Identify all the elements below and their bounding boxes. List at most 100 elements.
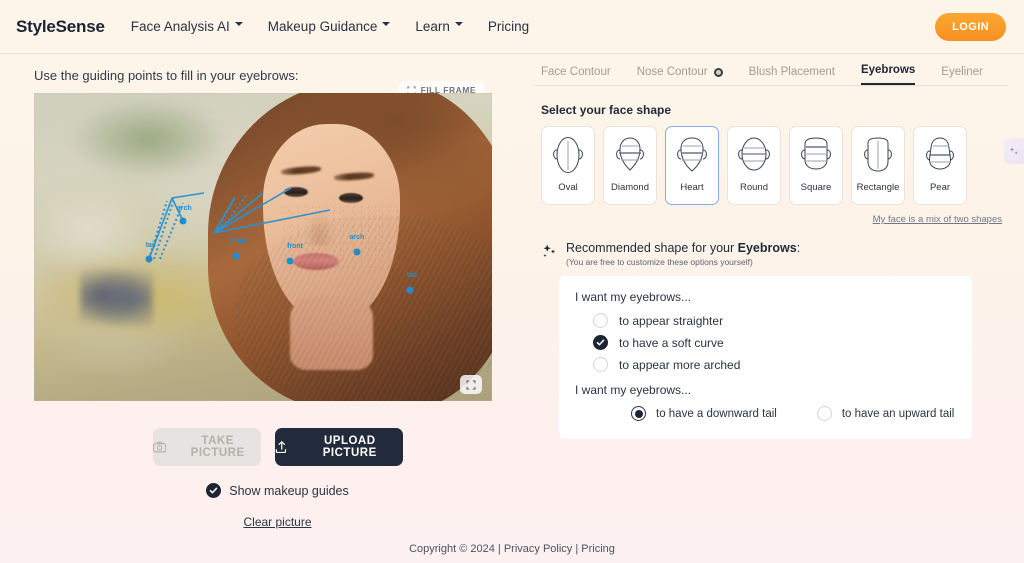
tab-label: Eyeliner bbox=[941, 66, 983, 78]
option-downward-tail[interactable]: to have a downward tail bbox=[631, 406, 777, 421]
recommendation-prefix: Recommended shape for your bbox=[566, 241, 738, 255]
check-icon bbox=[596, 339, 605, 346]
guide-label-arch-right: arch bbox=[349, 233, 365, 241]
option-more-arched[interactable]: to appear more arched bbox=[593, 357, 956, 372]
face-shape-label: Heart bbox=[680, 182, 704, 193]
camera-icon bbox=[152, 441, 166, 453]
guide-point-tail-right[interactable] bbox=[406, 286, 414, 294]
face-shape-label: Round bbox=[740, 182, 768, 193]
guide-label-tail-right: tail bbox=[406, 272, 417, 280]
guide-point-tail-left[interactable] bbox=[145, 255, 153, 263]
nav-item-makeup-guidance[interactable]: Makeup Guidance bbox=[268, 19, 392, 34]
face-shape-heart[interactable]: Heart bbox=[665, 126, 719, 205]
option-appear-straighter[interactable]: to appear straighter bbox=[593, 313, 956, 328]
photo-panel: Use the guiding points to fill in your e… bbox=[16, 54, 521, 529]
face-shape-label: Pear bbox=[929, 182, 951, 193]
face-shape-label: Square bbox=[800, 182, 832, 193]
face-shape-diamond-icon bbox=[616, 137, 644, 171]
option-label: to have a soft curve bbox=[619, 335, 724, 350]
tab-face-contour[interactable]: Face Contour bbox=[541, 66, 611, 85]
clear-picture-link[interactable]: Clear picture bbox=[34, 515, 521, 529]
nav-item-face-analysis[interactable]: Face Analysis AI bbox=[131, 19, 244, 34]
face-shape-oval[interactable]: Oval bbox=[541, 126, 595, 205]
face-shape-rectangle-icon bbox=[864, 137, 892, 172]
side-widget-button[interactable] bbox=[1004, 138, 1024, 164]
show-makeup-guides-toggle[interactable]: Show makeup guides bbox=[34, 483, 521, 498]
face-shape-list: Oval Diamond Heart Round Square Rectangl… bbox=[535, 126, 1008, 205]
chevron-down-icon bbox=[454, 21, 464, 30]
nav-item-pricing[interactable]: Pricing bbox=[488, 19, 529, 34]
nav-label: Pricing bbox=[487, 19, 530, 34]
guide-lines bbox=[148, 187, 331, 260]
face-shape-label: Rectangle bbox=[856, 182, 900, 193]
tab-nose-contour[interactable]: Nose Contour bbox=[637, 66, 723, 85]
face-shape-label: Oval bbox=[558, 182, 578, 193]
check-icon bbox=[209, 487, 218, 494]
guide-point-arch-left[interactable] bbox=[179, 217, 187, 225]
footer: Copyright © 2024 | Privacy Policy | Pric… bbox=[0, 543, 1024, 555]
guide-point-arch-right[interactable] bbox=[353, 248, 361, 256]
footer-separator: | bbox=[575, 543, 579, 555]
top-navigation-bar: StyleSense Face Analysis AI Makeup Guida… bbox=[0, 0, 1024, 54]
brand-logo[interactable]: StyleSense bbox=[16, 17, 105, 37]
eyebrow-guide-overlay: tail arch front front arch tail bbox=[34, 93, 492, 401]
recommendation-header: Recommended shape for your Eyebrows: (Yo… bbox=[541, 241, 1008, 267]
tab-label: Nose Contour bbox=[636, 66, 708, 78]
face-shape-diamond[interactable]: Diamond bbox=[603, 126, 657, 205]
tab-label: Eyebrows bbox=[860, 64, 916, 76]
target-icon bbox=[713, 67, 723, 77]
face-shape-oval-icon bbox=[553, 137, 583, 173]
guide-label-front-left: front bbox=[229, 238, 246, 246]
tab-label: Face Contour bbox=[541, 66, 611, 78]
tab-blush-placement[interactable]: Blush Placement bbox=[749, 66, 835, 85]
face-shape-title: Select your face shape bbox=[541, 103, 672, 117]
expand-icon bbox=[466, 379, 476, 390]
guidance-panel: Face Contour Nose Contour Blush Placemen… bbox=[521, 54, 1008, 529]
mix-of-two-shapes-link[interactable]: My face is a mix of two shapes bbox=[535, 214, 1002, 225]
tab-eyeliner[interactable]: Eyeliner bbox=[941, 66, 983, 85]
eyebrow-options-panel: I want my eyebrows... to appear straight… bbox=[559, 276, 972, 439]
face-shape-rectangle[interactable]: Rectangle bbox=[851, 126, 905, 205]
face-shape-square[interactable]: Square bbox=[789, 126, 843, 205]
face-shape-label: Diamond bbox=[610, 182, 650, 193]
nav-label: Makeup Guidance bbox=[267, 19, 378, 34]
photo-container: FILL FRAME tail arch front front arch ta… bbox=[34, 81, 492, 401]
chevron-down-icon bbox=[234, 21, 244, 30]
option-label: to have a downward tail bbox=[656, 407, 777, 420]
take-picture-button[interactable]: TAKE PICTURE bbox=[152, 428, 261, 466]
option-label: to appear more arched bbox=[619, 357, 741, 372]
face-shape-heart-icon bbox=[677, 137, 707, 172]
tail-question-label: I want my eyebrows... bbox=[575, 383, 692, 397]
face-shape-pear[interactable]: Pear bbox=[913, 126, 967, 205]
nav-item-learn[interactable]: Learn bbox=[415, 19, 464, 34]
radio-unselected-icon bbox=[816, 406, 832, 421]
option-label: to appear straighter bbox=[619, 313, 724, 328]
footer-privacy-link[interactable]: Privacy Policy bbox=[504, 543, 572, 555]
recommendation-title: Recommended shape for your Eyebrows: bbox=[566, 241, 800, 255]
show-makeup-guides-label: Show makeup guides bbox=[229, 483, 349, 498]
feature-tabs: Face Contour Nose Contour Blush Placemen… bbox=[535, 64, 1008, 86]
tab-label: Blush Placement bbox=[748, 66, 835, 78]
sparkles-icon bbox=[543, 244, 556, 258]
nav-label: Learn bbox=[415, 19, 450, 34]
guide-label-tail-left: tail bbox=[145, 241, 156, 249]
radio-selected-icon bbox=[631, 406, 646, 421]
face-shape-round[interactable]: Round bbox=[727, 126, 781, 205]
user-photo[interactable]: tail arch front front arch tail bbox=[34, 93, 492, 401]
upload-picture-label: UPLOAD PICTURE bbox=[322, 435, 377, 459]
option-soft-curve[interactable]: to have a soft curve bbox=[593, 335, 956, 350]
curve-question-label: I want my eyebrows... bbox=[575, 290, 692, 304]
face-shape-square-icon bbox=[801, 137, 831, 170]
option-label: to have an upward tail bbox=[841, 407, 955, 420]
guide-point-front-left[interactable] bbox=[232, 252, 240, 260]
expand-photo-button[interactable] bbox=[460, 375, 482, 394]
footer-pricing-link[interactable]: Pricing bbox=[581, 543, 615, 555]
face-shape-pear-icon bbox=[926, 137, 954, 170]
footer-copyright: Copyright © 2024 bbox=[409, 543, 495, 555]
option-upward-tail[interactable]: to have an upward tail bbox=[816, 406, 955, 421]
login-button[interactable]: LOGIN bbox=[935, 12, 1006, 41]
upload-picture-button[interactable]: UPLOAD PICTURE bbox=[274, 428, 403, 466]
guide-point-front-right[interactable] bbox=[286, 257, 294, 265]
tab-eyebrows[interactable]: Eyebrows bbox=[860, 64, 916, 85]
take-picture-label: TAKE PICTURE bbox=[190, 435, 245, 459]
